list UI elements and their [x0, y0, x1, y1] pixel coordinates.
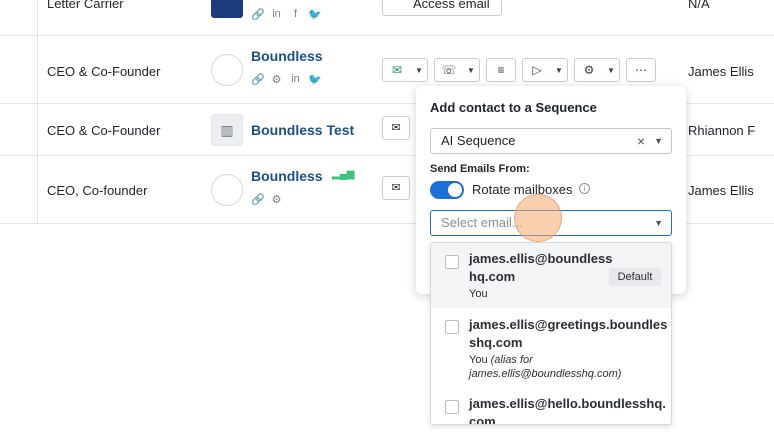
task-action-button[interactable]: ≡: [486, 58, 516, 82]
globe-icon: [211, 54, 243, 86]
app-root: Letter Carrier 🔗 in f 🐦 Access email N/A…: [0, 0, 774, 433]
sequence-select[interactable]: AI Sequence × ▼: [430, 128, 672, 154]
access-email-label: Access email: [413, 0, 490, 11]
chevron-down-icon[interactable]: ▼: [463, 66, 479, 75]
clear-icon[interactable]: ×: [637, 129, 645, 153]
company-link[interactable]: Boundless Test: [251, 122, 354, 138]
mail-icon: ✉: [391, 63, 403, 77]
company-logo-icon: [211, 0, 243, 18]
chevron-down-icon[interactable]: ▼: [654, 211, 663, 235]
call-action-button[interactable]: ☏ ▼: [434, 58, 480, 82]
email-checkbox[interactable]: [445, 255, 459, 269]
chevron-down-icon[interactable]: ▼: [654, 129, 663, 153]
sequence-value: AI Sequence: [441, 133, 516, 148]
linkedin-icon[interactable]: in: [270, 8, 283, 21]
contact-owner: James Ellis: [688, 64, 754, 79]
twitter-icon[interactable]: 🐦: [308, 8, 322, 21]
building-glyph: ▥: [220, 122, 234, 138]
facebook-icon[interactable]: f: [289, 8, 302, 21]
email-option[interactable]: james.ellis@boundless hq.com You Default: [431, 243, 671, 308]
social-links: 🔗 in f 🐦: [251, 8, 322, 21]
linkedin-icon[interactable]: in: [289, 73, 302, 86]
email-address: james.ellis@hello.boundlesshq. com: [469, 396, 666, 425]
send-icon: ▷: [532, 63, 542, 77]
more-actions-button[interactable]: ⋯: [626, 58, 656, 82]
social-links: 🔗 ⚙ in 🐦: [251, 73, 322, 86]
company-link[interactable]: Boundless: [251, 168, 323, 184]
hubspot-icon: ⚙: [583, 63, 595, 77]
add-task-icon: ≡: [497, 63, 505, 77]
link-icon[interactable]: 🔗: [251, 8, 265, 21]
email-owner: You (alias for james.ellis@boundlesshq.c…: [469, 353, 659, 381]
email-address: james.ellis@greetings.boundles shq.com: [469, 317, 668, 350]
email-options-list: james.ellis@boundless hq.com You Default…: [430, 242, 672, 425]
contact-owner: N/A: [688, 0, 710, 11]
twitter-icon[interactable]: 🐦: [308, 73, 322, 86]
chevron-down-icon[interactable]: ▼: [411, 66, 427, 75]
hubspot-icon[interactable]: ⚙: [270, 73, 283, 86]
contact-title: CEO & Co-Founder: [47, 123, 161, 138]
mail-icon: ✉: [391, 182, 401, 194]
default-badge: Default: [609, 268, 661, 286]
contact-title: Letter Carrier: [47, 0, 124, 11]
contact-actions: ✉ ▼ ☏ ▼ ≡ ▷ ▼ ⚙ ▼ ⋯: [382, 58, 656, 82]
chevron-down-icon[interactable]: ▼: [603, 66, 619, 75]
email-action-button[interactable]: ✉ ▼: [382, 58, 428, 82]
email-option[interactable]: james.ellis@hello.boundlesshq. com: [431, 388, 671, 425]
link-icon[interactable]: 🔗: [251, 73, 265, 86]
building-icon: ▥: [211, 114, 243, 146]
email-option[interactable]: james.ellis@greetings.boundles shq.com Y…: [431, 308, 671, 388]
company-link[interactable]: Boundless: [251, 48, 323, 64]
hubspot-action-button[interactable]: ⚙ ▼: [574, 58, 620, 82]
rotate-mailboxes-label: Rotate mailboxes: [472, 182, 573, 197]
mail-icon: ✉: [391, 122, 401, 134]
contact-title: CEO & Co-Founder: [47, 64, 161, 79]
email-select-placeholder: Select email...: [441, 215, 523, 230]
sequence-action-button[interactable]: ▷ ▼: [522, 58, 568, 82]
email-alias-note: (alias for james.ellis@boundlesshq.com): [469, 354, 622, 380]
table-row: Letter Carrier 🔗 in f 🐦 Access email N/A: [0, 0, 774, 36]
signal-icon: ▂▄▆: [332, 169, 355, 180]
access-email-button[interactable]: Access email: [382, 0, 502, 16]
contact-owner: Rhiannon F: [688, 123, 756, 138]
send-from-label: Send Emails From:: [430, 163, 530, 175]
email-checkbox[interactable]: [445, 320, 459, 334]
more-icon: ⋯: [635, 63, 647, 77]
globe-icon: [211, 174, 243, 206]
info-icon[interactable]: i: [579, 183, 590, 194]
email-action-button[interactable]: ✉: [382, 116, 410, 140]
popover-title: Add contact to a Sequence: [430, 100, 597, 115]
email-owner-you: You: [469, 354, 488, 366]
hubspot-icon[interactable]: ⚙: [270, 193, 283, 206]
click-indicator: [514, 194, 562, 242]
rotate-mailboxes-toggle[interactable]: [430, 181, 464, 199]
link-icon[interactable]: 🔗: [251, 193, 265, 206]
social-links: 🔗 ⚙: [251, 193, 283, 206]
email-checkbox[interactable]: [445, 400, 459, 414]
chevron-down-icon[interactable]: ▼: [551, 66, 567, 75]
contact-title: CEO, Co-founder: [47, 183, 148, 198]
contact-owner: James Ellis: [688, 183, 754, 198]
phone-icon: ☏: [441, 63, 457, 77]
email-action-button[interactable]: ✉: [382, 176, 410, 200]
email-owner: You: [469, 288, 488, 300]
